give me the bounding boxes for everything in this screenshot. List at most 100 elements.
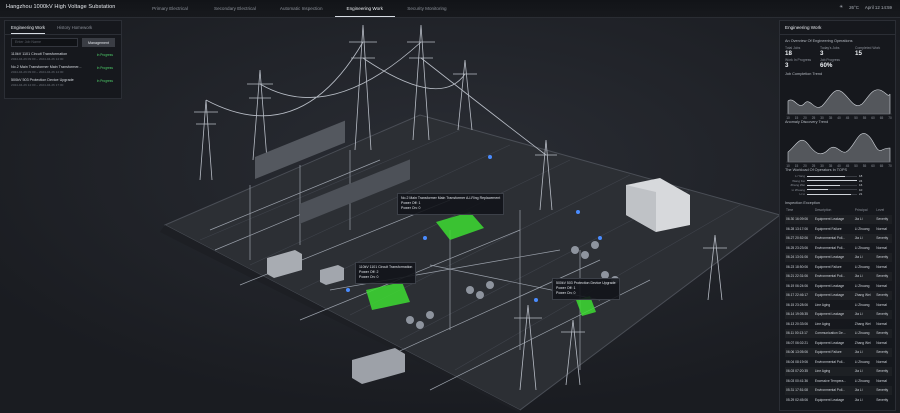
table-cell: Jia Li [854,397,863,402]
table-cell: 06.04 08:19:06 [786,359,808,364]
right-panel-title: Engineering Work [780,21,895,35]
table-cell: Jia Li [854,253,875,263]
workload-value: 10 [859,187,863,192]
table-cell: Severity [875,310,892,320]
table-cell: 06.13 20:33:06 [786,321,808,326]
tab-secondary-electrical[interactable]: Secondary Electrical [202,0,268,17]
x-tick-label: 70 [888,116,892,120]
table-cell: 06.14 19:05:35 [785,310,814,320]
operator-name: Li Li [799,192,805,197]
engineering-dashboard-panel: Engineering Work An Overview Of Engineer… [779,20,896,411]
table-cell: 06.03 00:41:36 [786,378,808,383]
overview-title: An Overview Of Engineering Operations [785,39,853,43]
left-panel-tabs: Engineering Work History Homework [5,21,121,35]
stat-value: 60% [820,62,833,69]
table-cell: Normal [876,340,887,345]
work-tooltip[interactable]: 500kV 503 Protection Device Upgrade Powe… [552,278,620,300]
work-item-status: In Progress [96,79,113,83]
work-tooltip[interactable]: 110kV 1101 Circuit Transformation Power … [355,262,417,284]
work-item[interactable]: No.2 Main Transformer Main Transformer..… [5,63,121,76]
table-row[interactable]: 05.29 02:45:06 Equipment Leakage Jia Li Sev… [785,395,892,405]
table-cell: Severity [875,386,892,396]
table-row[interactable]: 06.06 13:05:06 Equipment Failure Jia Li Sev… [785,348,892,358]
table-row[interactable]: 06.04 08:19:06 Environmental Poll... Li Zh… [785,357,892,367]
table-cell: 06.30 16:09:06 [785,215,814,225]
operator-name: Wang Fei [792,178,805,183]
workload-value: 16 [859,183,863,188]
table-cell: 05.31 17:51:08 [785,386,814,396]
tab-engineering-work-list[interactable]: Engineering Work [11,25,46,34]
table-row[interactable]: 06.14 19:05:35 Equipment Leakage Jia Li Sev… [785,310,892,320]
work-item[interactable]: 500kV 503 Protection Device Upgrade 2024… [5,76,121,89]
tab-engineering-work[interactable]: Engineering Work [334,0,395,17]
tooltip-power-on: Power On: 0 [359,275,379,280]
workload-bar [807,175,845,177]
table-cell: 06.17 22:46:17 [785,291,814,301]
table-cell: 06.06 13:05:06 [785,348,814,358]
table-cell: Excessive Tempera... [814,378,847,383]
table-cell: Environmental Poll... [814,272,854,282]
table-row[interactable]: 05.31 17:51:08 Environmental Poll... Jia L… [785,386,892,396]
table-cell: Li Zhuang [854,378,870,383]
x-tick-label: 55 [863,164,867,168]
table-cell: Equipment Leakage [814,397,845,402]
table-cell: Equipment Leakage [814,283,845,288]
table-cell: 06.23 18:50:06 [786,264,808,269]
table-row[interactable]: 06.07 06:02:21 Equipment Leakage Zhang Wei… [785,338,892,348]
tab-primary-electrical[interactable]: Primary Electrical [138,0,202,17]
table-cell: Li Zhuang [854,264,870,269]
table-cell: Normal [876,378,887,383]
table-cell: Severity [876,397,889,402]
table-row[interactable]: 06.25 23:23:06 Environmental Poll... Li Zh… [785,243,892,253]
work-item[interactable]: 110kV 1101 Circuit Transformation 2024-0… [5,50,121,63]
col-principal: Principal [854,208,868,212]
table-cell: Normal [876,245,887,250]
tab-history-homework[interactable]: History Homework [57,25,92,34]
table-row[interactable]: 06.24 13:01:06 Equipment Leakage Jia Li Sev… [785,253,892,263]
table-cell: 06.11 00:13:17 [785,329,814,339]
operator-name: Li Yang [795,174,805,179]
work-tooltip[interactable]: No.2 Main Transformer Main Transformer A… [397,193,505,215]
work-item-time: 2024-04-26 09:00 ~ 2024-04-26 14:00 [11,56,64,61]
table-row[interactable]: 06.17 22:46:17 Equipment Leakage Zhang Wei… [785,291,892,301]
table-row[interactable]: 06.30 16:09:06 Equipment Leakage Jia Li Sev… [785,215,892,225]
table-row[interactable]: 06.03 07:20:35 Line Aging Jia Li Severity [785,367,892,377]
table-cell: Jia Li [854,272,875,282]
anomaly-area [787,133,891,163]
table-cell: Severity [875,367,892,377]
table-cell: Equipment Leakage [814,215,854,225]
work-item-time: 2024-04-26 14:00 ~ 2024-04-26 17:00 [11,82,64,87]
app-title: Hangzhou 1000kV High Voltage Substation [6,4,116,10]
stat-value: 3 [785,62,789,69]
inspection-exception-title: Inspection Exception [785,200,821,205]
table-row[interactable]: 06.11 00:13:17 Communication De... Li Zhua… [785,329,892,339]
table-cell: Zhang Wei [854,321,871,326]
tab-automatic-inspection[interactable]: Automatic Inspection [268,0,335,17]
table-cell: Jia Li [854,367,875,377]
table-row[interactable]: 06.23 18:50:06 Equipment Failure Li Zhuang… [785,262,892,272]
table-row[interactable]: 06.19 06:24:06 Equipment Leakage Li Zhuang… [785,281,892,291]
anomaly-trend-chart: 10 15 20 25 30 35 40 45 50 55 60 65 70 [786,133,892,168]
table-cell: Normal [876,359,887,364]
job-search-input[interactable]: Enter Job Name [11,38,78,47]
table-cell: Jia Li [854,234,875,244]
table-cell: Li Zhuang [854,302,870,307]
table-row[interactable]: 06.13 20:33:06 Line Aging Zhang Wei Normal [785,319,892,329]
table-row[interactable]: 06.21 22:31:06 Environmental Poll... Jia L… [785,272,892,282]
management-button[interactable]: Management [82,38,115,47]
table-row[interactable]: 06.15 23:28:06 Line Aging Li Zhuang Normal [785,300,892,310]
engineering-work-list-panel: Engineering Work History Homework Enter … [4,20,122,99]
table-row[interactable]: 06.03 00:41:36 Excessive Tempera... Li Zhu… [785,376,892,386]
table-cell: 06.19 06:24:06 [786,283,808,288]
stat-value: 18 [785,50,792,57]
tab-security-monitoring[interactable]: Security Monitoring [395,0,459,17]
table-row[interactable]: 06.27 20:52:06 Environmental Poll... Jia L… [785,234,892,244]
table-cell: Line Aging [814,302,831,307]
table-row[interactable]: 06.28 13:17:06 Equipment Failure Li Zhuang… [785,224,892,234]
workload-value: 18 [859,174,863,179]
table-cell: Environmental Poll... [814,245,846,250]
table-cell: Equipment Failure [814,264,842,269]
workload-track [807,175,857,177]
operator-name: Zhang Wei [790,183,805,188]
search-row: Enter Job Name Management [5,35,121,50]
